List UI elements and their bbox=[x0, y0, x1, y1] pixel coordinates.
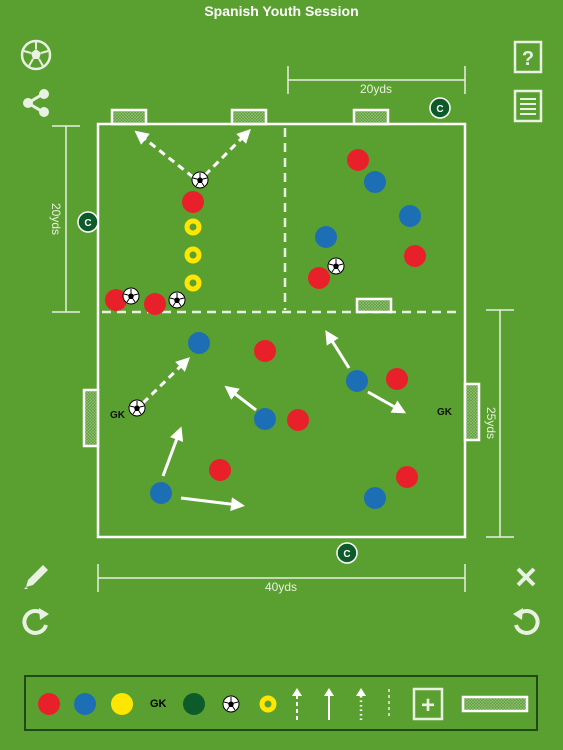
gk-label-left[interactable]: GK bbox=[110, 410, 126, 421]
blue-player[interactable] bbox=[315, 226, 337, 248]
ball-icon[interactable] bbox=[128, 399, 146, 417]
cone[interactable] bbox=[184, 218, 202, 236]
coach-marker-left[interactable]: C bbox=[77, 211, 99, 233]
dashed-arrow[interactable] bbox=[203, 129, 251, 177]
cone[interactable] bbox=[184, 274, 202, 292]
cones[interactable] bbox=[184, 218, 202, 292]
add-glyph: + bbox=[421, 692, 435, 719]
dimension-left: 20yds bbox=[49, 125, 80, 313]
palette-cone-icon[interactable] bbox=[258, 687, 278, 721]
dimension-right: 25yds bbox=[484, 309, 514, 538]
palette-red-player[interactable] bbox=[37, 687, 61, 721]
goal-top-2[interactable] bbox=[230, 108, 268, 126]
solid-arrow[interactable] bbox=[161, 426, 184, 477]
ball-icon[interactable] bbox=[191, 171, 209, 189]
solid-arrow[interactable] bbox=[224, 385, 257, 412]
arrows[interactable] bbox=[134, 129, 407, 512]
blue-player[interactable] bbox=[150, 482, 172, 504]
solid-arrow[interactable] bbox=[367, 390, 407, 414]
red-player[interactable] bbox=[396, 466, 418, 488]
red-player[interactable] bbox=[287, 409, 309, 431]
goal-top-3[interactable] bbox=[352, 108, 390, 126]
gk-label-right[interactable]: GK bbox=[437, 407, 453, 418]
palette-coach-marker[interactable] bbox=[182, 687, 206, 721]
coach-label: C bbox=[436, 104, 443, 115]
palette-add-button[interactable]: + bbox=[412, 687, 444, 721]
coach-label: C bbox=[343, 549, 350, 560]
cone[interactable] bbox=[184, 246, 202, 264]
red-player[interactable] bbox=[386, 368, 408, 390]
ball-icon[interactable] bbox=[122, 287, 140, 305]
blue-player[interactable] bbox=[188, 332, 210, 354]
palette-dashed-arrow-icon[interactable] bbox=[289, 687, 305, 721]
red-player[interactable] bbox=[404, 245, 426, 267]
red-player[interactable] bbox=[308, 267, 330, 289]
palette-yellow-player[interactable] bbox=[110, 687, 134, 721]
blue-player[interactable] bbox=[364, 487, 386, 509]
dimension-top-right: 20yds bbox=[287, 66, 466, 96]
goal-mini-mid[interactable] bbox=[355, 297, 393, 314]
item-palette: GK + bbox=[24, 675, 538, 731]
red-player[interactable] bbox=[144, 293, 166, 315]
solid-arrow[interactable] bbox=[180, 496, 245, 512]
dimension-label-top: 20yds bbox=[360, 82, 392, 96]
dimension-label-right: 25yds bbox=[484, 407, 498, 439]
blue-player[interactable] bbox=[399, 205, 421, 227]
drill-board[interactable]: 20yds 20yds 25yds 40yds C C C GK GK bbox=[0, 0, 563, 670]
palette-solid-arrow-icon[interactable] bbox=[321, 687, 337, 721]
coach-label: C bbox=[84, 218, 91, 229]
goal-left[interactable] bbox=[82, 388, 100, 448]
palette-blue-player[interactable] bbox=[73, 687, 97, 721]
dashed-arrow[interactable] bbox=[141, 357, 191, 405]
coach-marker-top[interactable]: C bbox=[429, 97, 451, 119]
goal-top-1[interactable] bbox=[110, 108, 148, 126]
blue-player[interactable] bbox=[364, 171, 386, 193]
palette-ball-icon[interactable] bbox=[221, 687, 241, 721]
ball-icon[interactable] bbox=[327, 257, 345, 275]
red-player[interactable] bbox=[254, 340, 276, 362]
blue-player[interactable] bbox=[346, 370, 368, 392]
solid-arrow[interactable] bbox=[325, 330, 351, 369]
palette-dotted-arrow-icon[interactable] bbox=[353, 687, 369, 721]
red-players[interactable] bbox=[105, 149, 426, 488]
blue-player[interactable] bbox=[254, 408, 276, 430]
dimension-label-left: 20yds bbox=[49, 203, 63, 235]
coach-marker-bottom[interactable]: C bbox=[336, 542, 358, 564]
palette-goal-icon[interactable] bbox=[461, 687, 529, 721]
dimension-bottom: 40yds bbox=[97, 564, 466, 594]
dimension-label-bottom: 40yds bbox=[265, 580, 297, 594]
goal-right[interactable] bbox=[463, 382, 481, 442]
red-player[interactable] bbox=[347, 149, 369, 171]
ball-icon[interactable] bbox=[168, 291, 186, 309]
palette-divider bbox=[386, 687, 392, 721]
dashed-arrow[interactable] bbox=[134, 130, 194, 179]
red-player[interactable] bbox=[182, 191, 204, 213]
palette-gk-label[interactable]: GK bbox=[150, 687, 167, 721]
red-player[interactable] bbox=[209, 459, 231, 481]
